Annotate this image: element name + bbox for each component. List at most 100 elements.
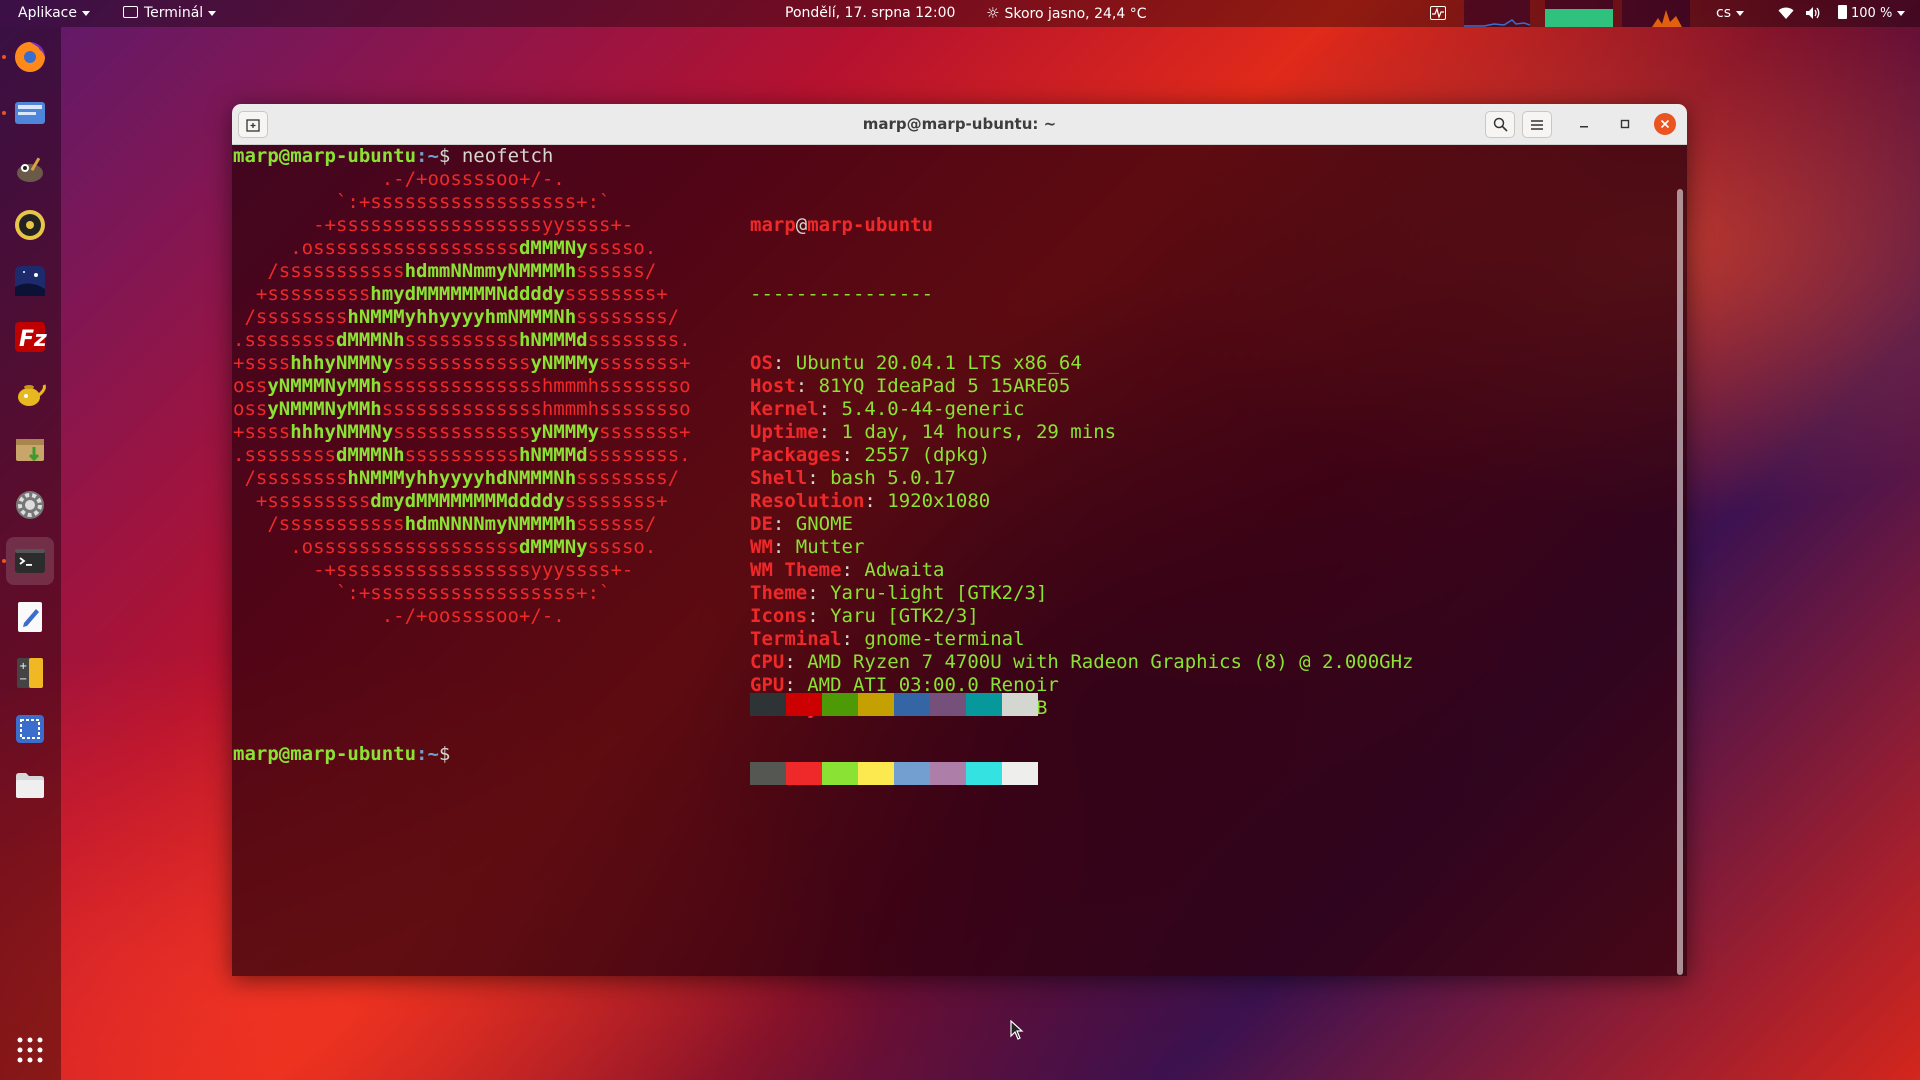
clock[interactable]: Pondělí, 17. srpna 12:00	[785, 0, 955, 27]
memory-graph[interactable]	[1545, 0, 1613, 27]
info-key: Theme	[750, 582, 808, 604]
info-line: WM: Mutter	[750, 536, 865, 558]
info-line: Icons: Yaru [GTK2/3]	[750, 605, 979, 627]
sun-icon: ☼	[986, 4, 1000, 22]
scrollbar[interactable]	[1677, 189, 1683, 975]
logo-line: /ssssssssssshdmNNNNmyNMMMMhssssss/	[233, 513, 657, 535]
info-key: OS	[750, 352, 773, 374]
color-swatch	[786, 693, 822, 716]
info-value: Ubuntu 20.04.1 LTS x86_64	[795, 352, 1082, 374]
info-line: Kernel: 5.4.0-44-generic	[750, 398, 1025, 420]
color-swatch	[786, 762, 822, 785]
prompt-symbol: $	[438, 743, 462, 765]
info-line: OS: Ubuntu 20.04.1 LTS x86_64	[750, 352, 1082, 374]
keyboard-layout-indicator[interactable]: cs	[1716, 0, 1744, 27]
menu-button[interactable]	[1522, 111, 1552, 138]
prompt-user: marp@marp-ubuntu	[233, 145, 417, 167]
minimize-button[interactable]	[1573, 113, 1595, 135]
color-swatch	[822, 762, 858, 785]
info-key: DE	[750, 513, 773, 535]
prompt-path: :~	[416, 145, 439, 167]
color-swatch	[858, 762, 894, 785]
files-icon[interactable]	[6, 761, 54, 809]
text-editor-icon[interactable]	[6, 593, 54, 641]
settings-icon[interactable]	[6, 481, 54, 529]
activities-apps-menu[interactable]: Aplikace	[18, 0, 90, 27]
info-value: Adwaita	[864, 559, 945, 581]
info-key: Icons	[750, 605, 808, 627]
info-line: Host: 81YQ IdeaPad 5 15ARE05	[750, 375, 1071, 397]
color-swatch	[894, 762, 930, 785]
weather-text: Skoro jasno, 24,4 °C	[1004, 6, 1147, 22]
color-swatch	[750, 762, 786, 785]
filezilla-icon[interactable]: Fz	[6, 313, 54, 361]
close-button[interactable]	[1654, 113, 1676, 135]
chevron-down-icon	[1897, 10, 1906, 16]
logo-line: +sssshhhyNMMNyssssssssssssyNMMMysssssss+	[233, 352, 691, 374]
info-key: Packages	[750, 444, 842, 466]
firefox-icon[interactable]	[6, 33, 54, 81]
info-line: Packages: 2557 (dpkg)	[750, 444, 991, 466]
logo-line: -+ssssssssssssssssssyyssss+-	[233, 214, 634, 236]
maximize-icon	[1620, 119, 1630, 129]
svg-text:+: +	[19, 661, 27, 672]
search-icon	[1493, 117, 1508, 132]
ubuntu-ascii-logo: .-/+oossssoo+/-. `:+ssssssssssssssssss+:…	[233, 168, 691, 628]
mail-icon[interactable]	[6, 89, 54, 137]
info-value: bash 5.0.17	[830, 467, 956, 489]
apps-menu-label: Aplikace	[18, 5, 77, 21]
show-apps-icon[interactable]	[17, 1037, 43, 1067]
top-bar: Aplikace Terminál Pondělí, 17. srpna 12:…	[0, 0, 1920, 27]
logo-line: +ssssssssshmydMMMMMMMNddddyssssssss+	[233, 283, 668, 305]
battery-icon	[1838, 5, 1847, 19]
prompt-line: marp@marp-ubuntu:~$ neofetch	[233, 145, 553, 168]
app-menu-label: Terminál	[144, 5, 204, 21]
volume-icon[interactable]	[1805, 0, 1821, 27]
gimp-icon[interactable]	[6, 145, 54, 193]
network-graph[interactable]	[1622, 0, 1690, 27]
info-line: Theme: Yaru-light [GTK2/3]	[750, 582, 1048, 604]
stellarium-icon[interactable]	[6, 257, 54, 305]
screenshot-icon[interactable]	[6, 705, 54, 753]
logo-line: .ssssssssdMMMNhsssssssssshNMMMdssssssss.	[233, 329, 691, 351]
weather-indicator[interactable]: ☼ Skoro jasno, 24,4 °C	[986, 0, 1146, 27]
terminal-icon[interactable]	[6, 537, 54, 585]
info-key: Uptime	[750, 421, 819, 443]
window-title: marp@marp-ubuntu: ~	[862, 115, 1057, 133]
search-button[interactable]	[1485, 111, 1515, 138]
battery-text: 100 %	[1851, 6, 1893, 21]
teapot-icon[interactable]	[6, 369, 54, 417]
system-monitor-icon[interactable]	[1430, 0, 1446, 27]
svg-text:Fz: Fz	[19, 327, 47, 352]
wifi-icon[interactable]	[1778, 0, 1794, 27]
battery-indicator[interactable]: 100 %	[1838, 0, 1906, 27]
info-value: 5.4.0-44-generic	[841, 398, 1025, 420]
maximize-button[interactable]	[1614, 113, 1636, 135]
logo-line: +sssshhhyNMMNyssssssssssssyNMMMysssssss+	[233, 421, 691, 443]
info-key: WM	[750, 536, 773, 558]
color-swatch	[858, 693, 894, 716]
logo-line: /sssssssshNMMMyhhyyyyhdNMMMNhssssssss/	[233, 467, 680, 489]
color-swatch	[966, 762, 1002, 785]
app-menu-terminal[interactable]: Terminál	[123, 0, 217, 27]
palette-row-bright	[750, 762, 1038, 785]
rhythmbox-icon[interactable]	[6, 201, 54, 249]
svg-text:−: −	[19, 674, 27, 685]
color-swatch	[1002, 693, 1038, 716]
prompt-path: :~	[416, 743, 439, 765]
info-line: WM Theme: Adwaita	[750, 559, 945, 581]
calculator-icon[interactable]: + −	[6, 649, 54, 697]
dock: Fz + −	[0, 27, 61, 1080]
info-key: Host	[750, 375, 796, 397]
color-swatch	[930, 762, 966, 785]
chevron-down-icon	[82, 10, 90, 16]
window-titlebar[interactable]: marp@marp-ubuntu: ~	[232, 104, 1687, 145]
chevron-down-icon	[1736, 10, 1744, 16]
terminal-output[interactable]: marp@marp-ubuntu:~$ neofetch .-/+oosssso…	[232, 145, 1687, 976]
terminal-window: marp@marp-ubuntu: ~ marp@marp-ubuntu:~$ …	[232, 104, 1687, 976]
cpu-graph[interactable]	[1464, 0, 1530, 27]
color-swatch	[894, 693, 930, 716]
logo-line: -+sssssssssssssssssyyyssss+-	[233, 559, 634, 581]
info-value: 81YQ IdeaPad 5 15ARE05	[818, 375, 1071, 397]
archive-manager-icon[interactable]	[6, 425, 54, 473]
